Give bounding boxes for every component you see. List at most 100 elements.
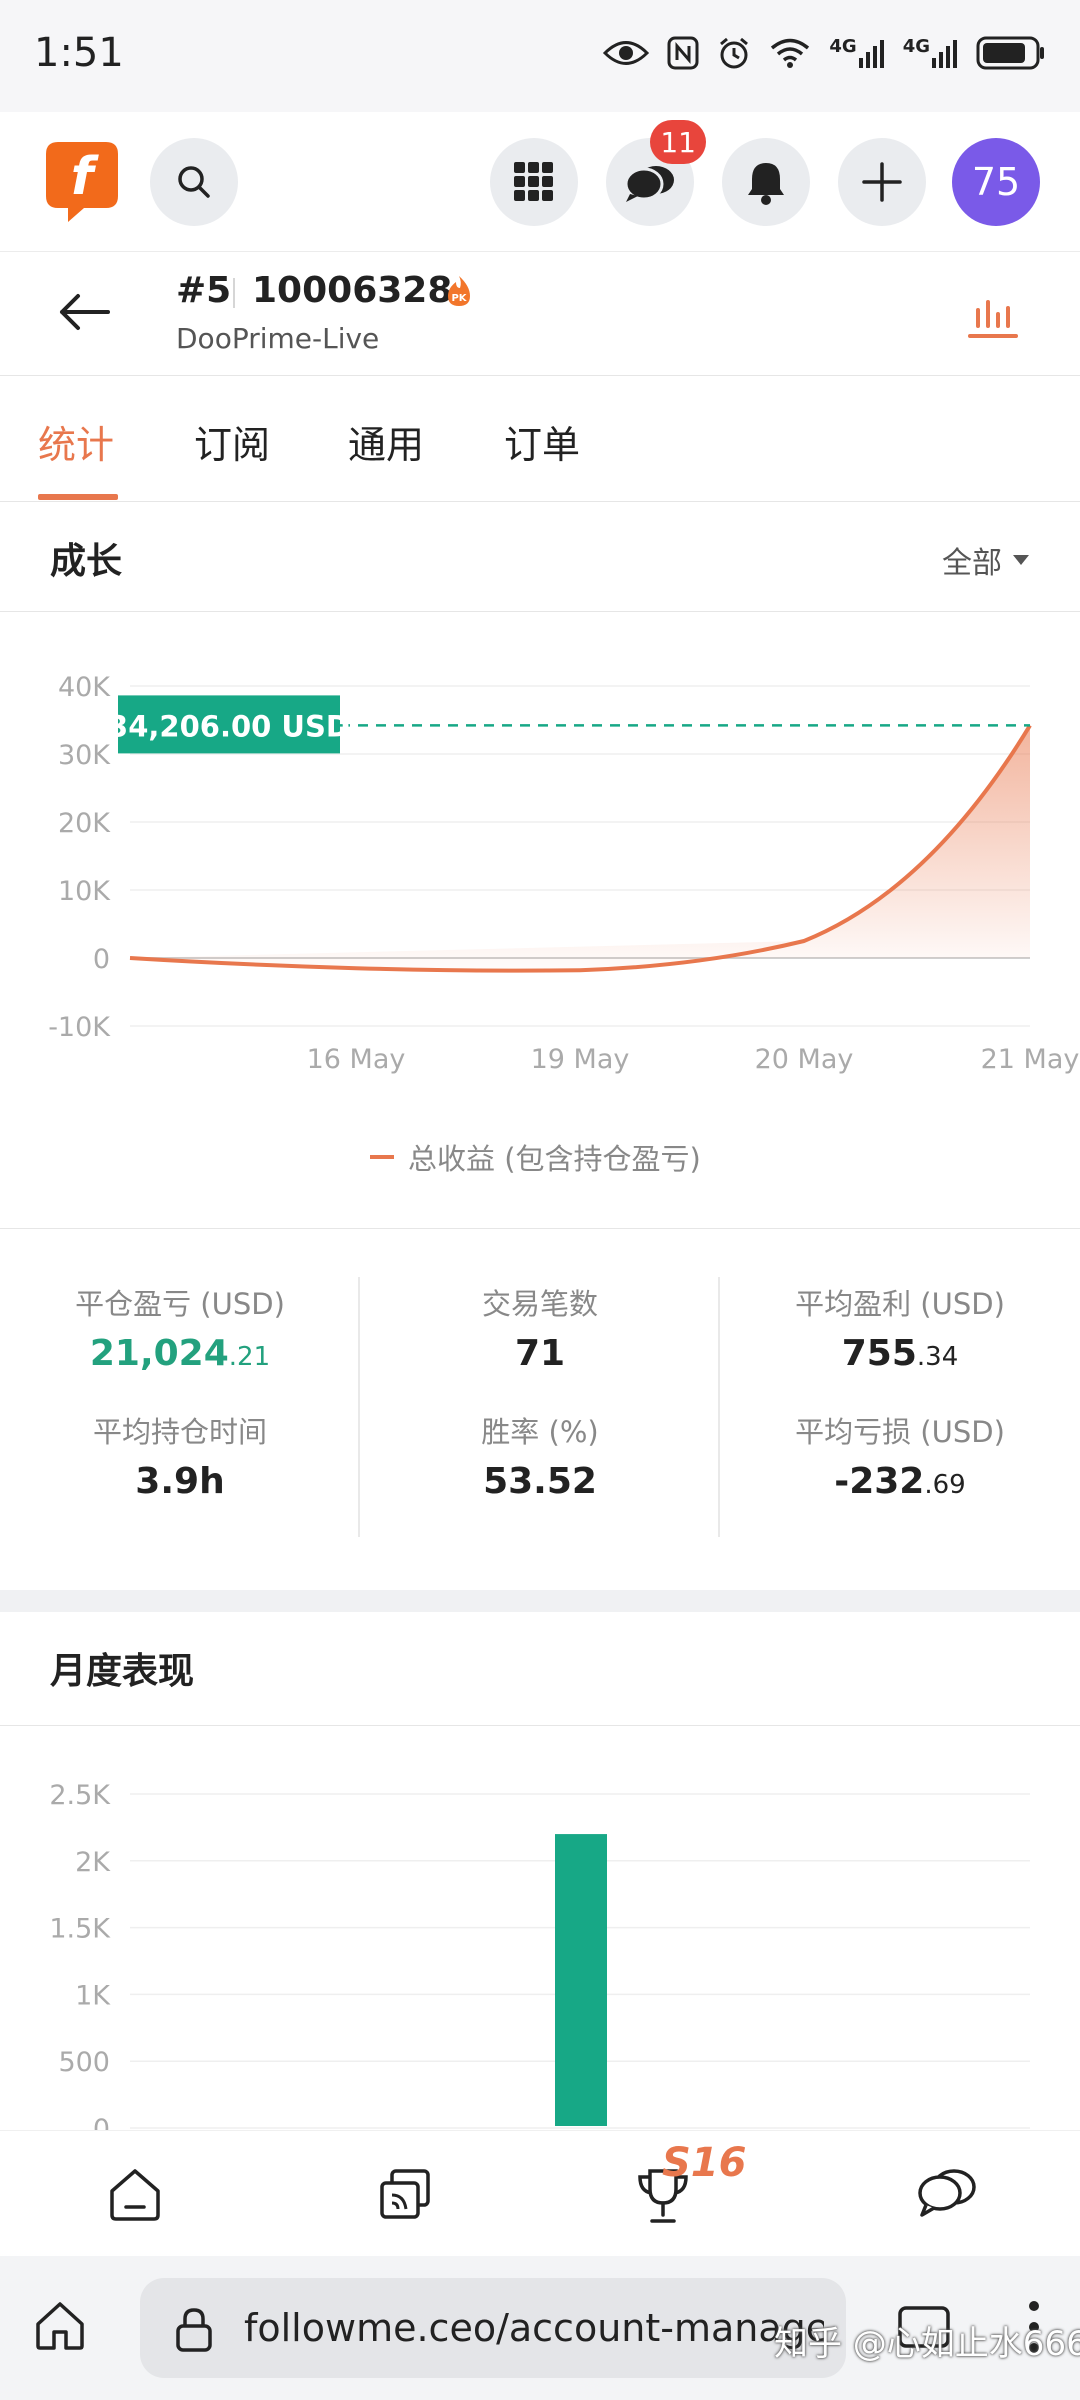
legend-swatch bbox=[370, 1155, 394, 1159]
stat-closed-pnl: 平仓盈亏 (USD) 21,024.21 bbox=[0, 1281, 360, 1374]
bottom-nav bbox=[0, 2130, 1080, 2256]
x-tick-label: 20 May bbox=[755, 1044, 854, 1075]
bell-icon bbox=[748, 163, 784, 205]
growth-header: 成长 全部 bbox=[0, 502, 1080, 612]
stat-value-dec: .21 bbox=[228, 1342, 271, 1372]
compare-chart-icon[interactable] bbox=[966, 296, 1020, 342]
stat-value-int: 21,024 bbox=[89, 1333, 229, 1374]
monthly-title: 月度表现 bbox=[50, 1651, 195, 1692]
stat-value: 755.34 bbox=[720, 1333, 1080, 1374]
tab-active-indicator bbox=[38, 494, 118, 500]
y-tick-label: 2.5K bbox=[49, 1780, 111, 1811]
create-button[interactable] bbox=[838, 138, 926, 226]
stat-label: 交易笔数 bbox=[481, 1287, 598, 1321]
tab-subscription[interactable]: 订阅 bbox=[194, 414, 270, 469]
status-bar: 1:51 4G 4G bbox=[0, 0, 1080, 112]
followme-logo[interactable]: f bbox=[44, 138, 120, 224]
stat-value: -232.69 bbox=[720, 1461, 1080, 1502]
feed-icon[interactable] bbox=[376, 2165, 434, 2223]
caret-down-icon bbox=[1013, 555, 1029, 565]
broker-name: DooPrime-Live bbox=[176, 322, 380, 355]
watermark: 知乎 @心如止水666 bbox=[774, 2324, 1080, 2364]
stat-value: 53.52 bbox=[483, 1461, 597, 1502]
y-tick-label: 2K bbox=[75, 1847, 111, 1878]
x-tick-label: 21 May bbox=[981, 1044, 1080, 1075]
tab-bar: 统计 订阅 通用 订单 bbox=[0, 376, 1080, 502]
network-type-2: 4G bbox=[902, 36, 930, 57]
y-tick-label: 0 bbox=[93, 2114, 110, 2130]
stats-grid: 平仓盈亏 (USD) 21,024.21 交易笔数 71 平均盈利 (USD) … bbox=[0, 1228, 1080, 1590]
tab-orders[interactable]: 订单 bbox=[504, 414, 580, 469]
lock-icon bbox=[176, 2308, 212, 2352]
y-tick-label: 1K bbox=[75, 1980, 111, 2011]
y-tick-label: 500 bbox=[58, 2047, 110, 2078]
signal-2-icon: 4G bbox=[903, 38, 958, 68]
pk-flame-icon[interactable]: PK bbox=[444, 274, 474, 308]
stat-value-dec: .34 bbox=[916, 1342, 959, 1372]
stat-avg-profit: 平均盈利 (USD) 755.34 bbox=[720, 1281, 1080, 1374]
legend-label: 总收益 (包含持仓盈亏) bbox=[408, 1142, 701, 1176]
chat-icon[interactable] bbox=[916, 2165, 978, 2221]
home-icon[interactable] bbox=[106, 2165, 164, 2223]
season-badge[interactable]: S16 bbox=[662, 2140, 746, 2186]
status-icons: 4G 4G bbox=[603, 36, 1046, 70]
app-bar: f 11 75 bbox=[0, 112, 1080, 252]
stat-value: 3.9h bbox=[135, 1461, 225, 1502]
chat-icon bbox=[624, 166, 674, 202]
stat-label: 平均盈利 (USD) bbox=[795, 1287, 1005, 1321]
status-time: 1:51 bbox=[34, 30, 124, 76]
tab-general[interactable]: 通用 bbox=[348, 414, 424, 469]
y-tick-label: 20K bbox=[58, 808, 111, 839]
account-rank: #5 bbox=[176, 270, 232, 311]
monthly-header: 月度表现 bbox=[0, 1612, 1080, 1726]
eye-icon bbox=[603, 41, 650, 65]
x-tick-label: 19 May bbox=[531, 1044, 630, 1075]
bar bbox=[555, 1834, 607, 2126]
section-separator bbox=[0, 1590, 1080, 1612]
stat-avg-hold: 平均持仓时间 3.9h bbox=[0, 1409, 360, 1502]
notifications-button[interactable] bbox=[722, 138, 810, 226]
url-bar[interactable]: followme.ceo/account-manage bbox=[140, 2278, 846, 2378]
avatar[interactable]: 75 bbox=[952, 138, 1040, 226]
stat-label: 平仓盈亏 (USD) bbox=[75, 1287, 285, 1321]
battery-icon bbox=[976, 36, 1044, 70]
pk-badge-label: PK bbox=[451, 293, 467, 304]
tab-statistics[interactable]: 统计 bbox=[38, 414, 114, 469]
x-tick-label: 16 May bbox=[307, 1044, 406, 1075]
stat-avg-loss: 平均亏损 (USD) -232.69 bbox=[720, 1409, 1080, 1502]
account-header: #5 10006328 PK DooPrime-Live bbox=[0, 252, 1080, 376]
growth-title: 成长 bbox=[50, 541, 123, 582]
marker-label: 34,206.00 USD bbox=[108, 709, 350, 743]
series-area bbox=[130, 725, 1030, 971]
monthly-chart: 2.5K 2K 1.5K 1K 500 0 bbox=[49, 1780, 1030, 2130]
network-type-1: 4G bbox=[829, 36, 857, 57]
apps-button[interactable] bbox=[490, 138, 578, 226]
stat-value: 21,024.21 bbox=[0, 1333, 360, 1374]
stat-label: 平均持仓时间 bbox=[92, 1415, 267, 1449]
y-tick-label: 40K bbox=[58, 672, 111, 703]
plus-icon bbox=[862, 162, 902, 202]
growth-legend: 总收益 (包含持仓盈亏) bbox=[370, 1136, 701, 1178]
y-tick-label: 0 bbox=[93, 944, 110, 975]
range-filter-label: 全部 bbox=[942, 546, 1002, 581]
browser-home-icon[interactable] bbox=[34, 2300, 86, 2352]
y-tick-label: 10K bbox=[58, 876, 111, 907]
search-button[interactable] bbox=[150, 138, 238, 226]
alarm-icon bbox=[720, 37, 749, 69]
range-filter-dropdown[interactable]: 全部 bbox=[942, 538, 1030, 582]
stat-value-int: -232 bbox=[834, 1461, 925, 1502]
stat-value: 71 bbox=[514, 1333, 566, 1374]
stat-value-dec: .69 bbox=[924, 1470, 966, 1500]
stat-label: 平均亏损 (USD) bbox=[795, 1415, 1005, 1449]
account-number: 10006328 bbox=[252, 270, 453, 311]
back-arrow-icon[interactable] bbox=[56, 288, 112, 336]
messages-badge: 11 bbox=[650, 120, 706, 164]
nfc-icon bbox=[667, 36, 699, 70]
stat-trades: 交易笔数 71 bbox=[360, 1281, 720, 1374]
growth-chart: 40K 30K 20K 10K 0 -10K 16 May 19 May 20 May 21 Ma… bbox=[48, 672, 1080, 1075]
url-text: followme.ceo/account-manage bbox=[244, 2306, 824, 2350]
y-tick-label: -10K bbox=[48, 1012, 111, 1043]
grid-icon bbox=[514, 162, 553, 201]
stat-value-int: 755 bbox=[841, 1333, 917, 1374]
messages-button[interactable]: 11 bbox=[606, 120, 706, 226]
